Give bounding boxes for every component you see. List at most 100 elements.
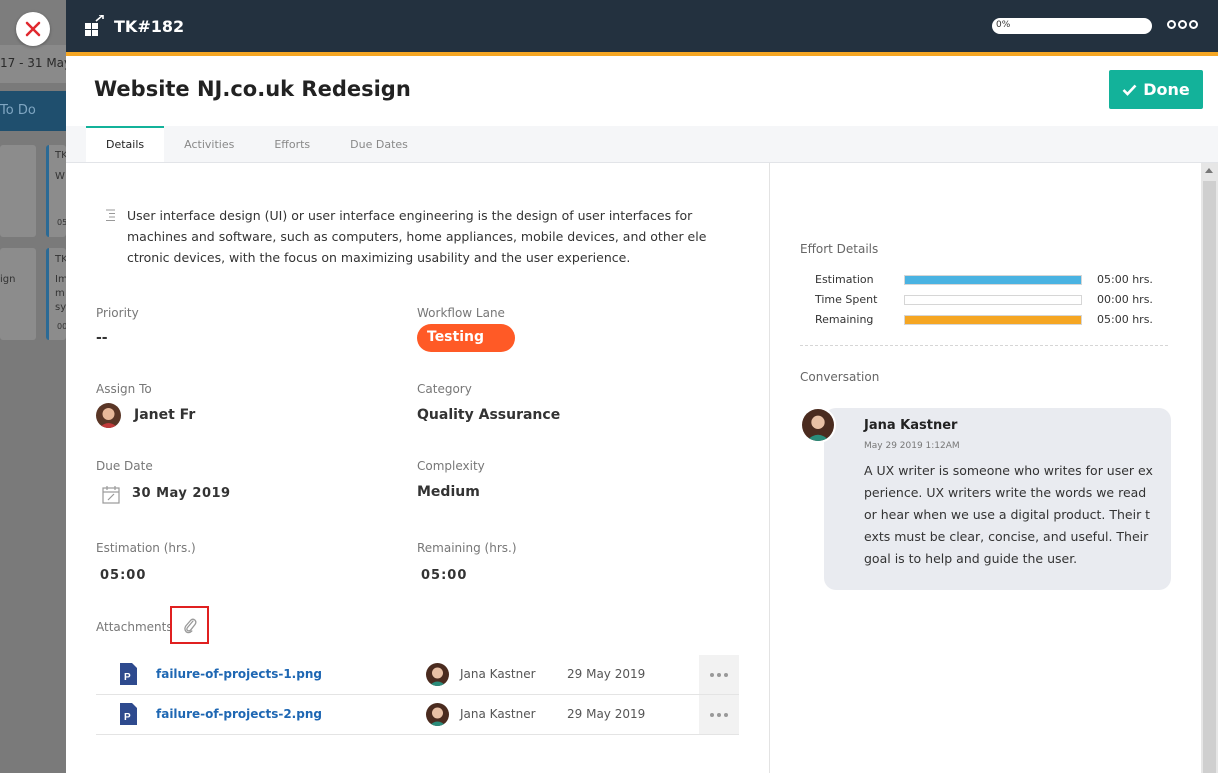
task-description[interactable]: User interface design (UI) or user inter… (127, 205, 707, 268)
column-divider (769, 163, 770, 773)
attachment-uploader: Jana Kastner (460, 667, 536, 681)
due-date-label: Due Date (96, 459, 153, 473)
effort-bar (904, 295, 1082, 305)
priority-label: Priority (96, 306, 139, 320)
background-text: TK (55, 150, 66, 161)
priority-value[interactable]: -- (96, 330, 108, 346)
uploader-avatar (426, 663, 449, 686)
file-icon: P (120, 663, 137, 685)
background-text: 05 (57, 218, 66, 227)
workflow-lane-badge[interactable]: Testing (417, 324, 515, 352)
progress-label: 0% (996, 20, 1011, 30)
more-dot-icon (1189, 20, 1198, 29)
task-header-bar: TK#182 0% (66, 0, 1218, 56)
due-date-value[interactable]: 30 May 2019 (132, 486, 231, 501)
description-block: User interface design (UI) or user inter… (102, 205, 732, 268)
more-dot-icon (1167, 20, 1176, 29)
category-value[interactable]: Quality Assurance (417, 407, 560, 423)
calendar-icon (102, 486, 120, 504)
attachment-date: 29 May 2019 (567, 667, 646, 681)
workflow-lane-label: Workflow Lane (417, 306, 505, 320)
dot-icon (710, 712, 714, 717)
more-options-button[interactable] (1167, 20, 1198, 29)
task-detail-panel: TK#182 0% Website NJ.co.uk Redesign Done… (66, 0, 1218, 773)
effort-row-remaining: Remaining 05:00 hrs. (815, 313, 1155, 327)
check-icon (1122, 84, 1137, 96)
effort-bar-fill (905, 276, 1081, 284)
done-label: Done (1143, 80, 1190, 99)
effort-bar (904, 275, 1082, 285)
scroll-up-icon[interactable] (1205, 168, 1213, 173)
svg-text:P: P (124, 712, 131, 723)
effort-row-estimation: Estimation 05:00 hrs. (815, 273, 1155, 287)
svg-text:P: P (124, 672, 131, 683)
background-text: ign (0, 274, 16, 285)
done-button[interactable]: Done (1109, 70, 1203, 109)
comment-timestamp: May 29 2019 1:12AM (864, 441, 960, 451)
dot-icon (724, 672, 728, 677)
scrollbar[interactable] (1201, 163, 1218, 773)
attachment-row[interactable]: P failure-of-projects-1.png Jana Kastner… (96, 655, 739, 695)
tab-details[interactable]: Details (86, 126, 165, 162)
tab-bar: Details Activities Efforts Due Dates (66, 126, 1218, 163)
background-text: 00 (57, 322, 66, 331)
estimation-value[interactable]: 05:00 (100, 568, 146, 583)
effort-label: Remaining (815, 313, 874, 326)
attachment-row[interactable]: P failure-of-projects-2.png Jana Kastner… (96, 695, 739, 735)
attachments-label: Attachments (96, 620, 173, 634)
dot-icon (717, 712, 721, 717)
tab-activities[interactable]: Activities (164, 126, 254, 162)
add-attachment-button[interactable] (170, 606, 209, 644)
comment-author-avatar (800, 407, 836, 443)
assignee-name[interactable]: Janet Fr (134, 407, 195, 423)
close-button[interactable] (16, 12, 50, 46)
more-dot-icon (1178, 20, 1187, 29)
background-text: W (55, 171, 65, 182)
description-icon (106, 209, 115, 221)
tab-efforts[interactable]: Efforts (254, 126, 330, 162)
task-title: Website NJ.co.uk Redesign (94, 77, 411, 101)
effort-value: 00:00 hrs. (1097, 293, 1153, 306)
paperclip-icon (183, 618, 196, 634)
title-row: Website NJ.co.uk Redesign Done (66, 52, 1218, 126)
dot-icon (724, 712, 728, 717)
effort-row-time-spent: Time Spent 00:00 hrs. (815, 293, 1155, 307)
progress-bar: 0% (992, 18, 1152, 34)
background-text: sy (55, 302, 66, 313)
attachment-more-button[interactable] (699, 695, 739, 734)
effort-details-title: Effort Details (800, 242, 879, 256)
assign-to-label: Assign To (96, 382, 152, 396)
effort-bar (904, 315, 1082, 325)
category-label: Category (417, 382, 472, 396)
background-card (0, 145, 36, 237)
comment-bubble: Jana Kastner May 29 2019 1:12AM A UX wri… (824, 408, 1171, 590)
effort-value: 05:00 hrs. (1097, 273, 1153, 286)
task-icon (85, 15, 104, 36)
attachment-more-button[interactable] (699, 655, 739, 694)
scrollbar-thumb[interactable] (1203, 181, 1216, 773)
attachment-filename[interactable]: failure-of-projects-2.png (156, 707, 322, 721)
tab-due-dates[interactable]: Due Dates (330, 126, 428, 162)
attachment-uploader: Jana Kastner (460, 707, 536, 721)
section-divider (800, 345, 1168, 346)
background-text: Im (55, 274, 66, 285)
file-icon: P (120, 703, 137, 725)
remaining-label: Remaining (hrs.) (417, 541, 517, 555)
background-card (0, 248, 36, 340)
attachment-filename[interactable]: failure-of-projects-1.png (156, 667, 322, 681)
remaining-value[interactable]: 05:00 (421, 568, 467, 583)
background-board: 17 - 31 May To Do TK W TK Im m sy ign 05… (0, 0, 66, 773)
comment-text: A UX writer is someone who writes for us… (864, 463, 1153, 566)
assignee-avatar (96, 403, 121, 428)
background-text: TK (55, 254, 66, 265)
conversation-title: Conversation (800, 370, 880, 384)
task-id: TK#182 (114, 16, 185, 36)
effort-bar-fill (905, 316, 1081, 324)
complexity-value[interactable]: Medium (417, 484, 480, 500)
uploader-avatar (426, 703, 449, 726)
effort-label: Estimation (815, 273, 874, 286)
estimation-label: Estimation (hrs.) (96, 541, 196, 555)
dot-icon (710, 672, 714, 677)
effort-label: Time Spent (815, 293, 878, 306)
background-lane-todo: To Do (0, 91, 66, 131)
